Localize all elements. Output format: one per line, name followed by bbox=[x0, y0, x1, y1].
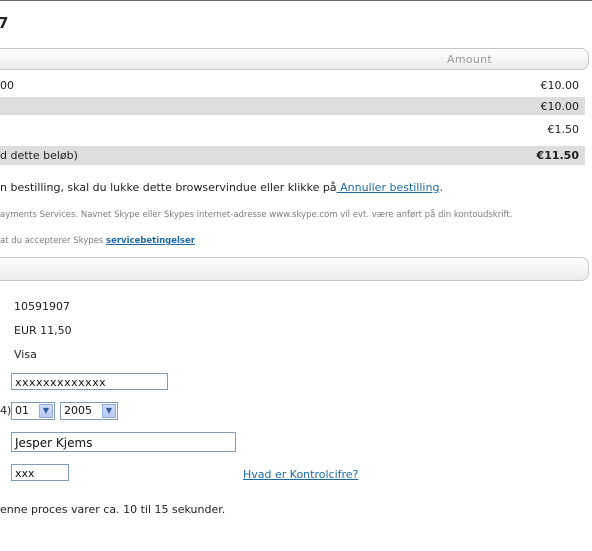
terms-link[interactable]: servicebetingelser bbox=[106, 236, 195, 246]
amount-column-header: Amount bbox=[447, 53, 493, 66]
order-amount: EUR 11,50 bbox=[14, 324, 72, 337]
total-row: d dette beløb) €11.50 bbox=[0, 146, 585, 165]
chevron-down-icon[interactable]: ▼ bbox=[39, 404, 53, 418]
row-amount: €10.00 bbox=[540, 79, 580, 92]
process-note: enne proces varer ca. 10 til 15 sekunder… bbox=[0, 503, 226, 516]
cardholder-name-field[interactable]: Jesper Kjems bbox=[11, 432, 236, 452]
statement-notice: ayments Services. Navnet Skype eller Sky… bbox=[0, 210, 513, 220]
order-table-header bbox=[0, 48, 589, 70]
card-number-field[interactable]: xxxxxxxxxxxxx bbox=[11, 373, 168, 390]
expiry-month-value: 01 bbox=[15, 404, 29, 417]
cancel-notice: n bestilling, skal du lukke dette browse… bbox=[0, 181, 443, 194]
expiry-label: 4) bbox=[0, 404, 12, 417]
expiry-month-select[interactable]: 01 ▼ bbox=[11, 402, 55, 420]
page-title: 7 bbox=[0, 14, 9, 32]
table-row: 00 €10.00 bbox=[0, 76, 585, 94]
row-amount: €1.50 bbox=[547, 123, 580, 136]
payment-section-header bbox=[0, 257, 589, 281]
expiry-year-select[interactable]: 2005 ▼ bbox=[60, 402, 118, 420]
table-row: €10.00 bbox=[0, 97, 585, 115]
total-label: d dette beløb) bbox=[0, 149, 78, 162]
cancel-order-link[interactable]: Annuller bestilling bbox=[337, 181, 439, 194]
terms-text: at du accepterer Skypes bbox=[0, 236, 107, 246]
cvv-field[interactable]: xxx bbox=[11, 464, 69, 481]
cancel-end: . bbox=[439, 181, 443, 194]
chevron-down-icon[interactable]: ▼ bbox=[102, 404, 116, 418]
table-row: €1.50 bbox=[0, 120, 585, 138]
expiry-year-value: 2005 bbox=[64, 404, 92, 417]
card-type: Visa bbox=[14, 348, 37, 361]
top-border bbox=[0, 0, 592, 1]
order-number: 10591907 bbox=[14, 300, 70, 313]
row-amount: €10.00 bbox=[540, 100, 580, 113]
cvv-help-link[interactable]: Hvad er Kontrolcifre? bbox=[243, 468, 358, 481]
row-label: 00 bbox=[0, 79, 14, 92]
cancel-text: n bestilling, skal du lukke dette browse… bbox=[0, 181, 337, 194]
terms-notice: at du accepterer Skypes servicebetingels… bbox=[0, 236, 195, 246]
total-amount: €11.50 bbox=[536, 149, 579, 162]
